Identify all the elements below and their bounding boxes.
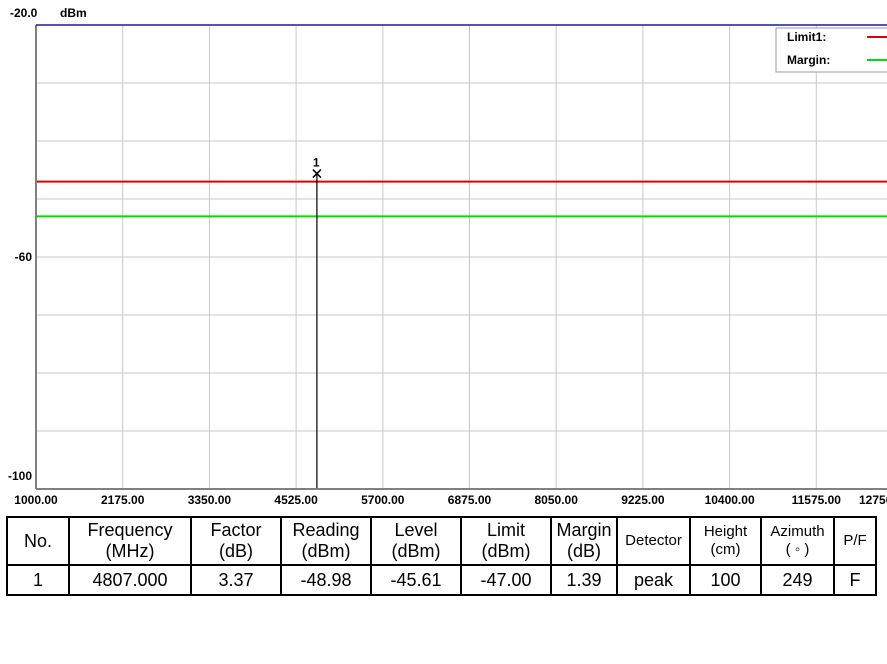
x-tick-label: 12750 [859,493,887,507]
col-no: No. [6,516,70,566]
x-tick-label: 8050.00 [535,493,579,507]
y-tick-label: -100 [8,469,32,483]
y-axis-unit-label: dBm [60,6,87,20]
col-reading: Reading (dBm) [280,516,372,566]
cell-detector: peak [616,564,691,596]
cell-pf: F [833,564,877,596]
table-row: 1 4807.000 3.37 -48.98 -45.61 -47.00 1.3… [6,564,877,596]
cell-reading: -48.98 [280,564,372,596]
y-tick-labels: -20.0 -60 -100 [8,6,38,483]
x-tick-label: 6875.00 [448,493,492,507]
x-tick-label: 11575.00 [792,493,842,507]
col-level: Level (dBm) [370,516,462,566]
col-azimuth: Azimuth( ◦ ) [760,516,835,566]
x-tick-label: 4525.00 [274,493,318,507]
cell-factor: 3.37 [190,564,282,596]
x-tick-label: 3350.00 [188,493,232,507]
legend-label: Margin: [787,53,830,67]
x-tick-label: 1000.00 [14,493,58,507]
cell-azimuth: 249 [760,564,835,596]
spectrum-chart: 1 1000.00 2175.00 3350.00 4525.00 5700.00 687… [8,6,887,507]
y-tick-label: -60 [15,250,33,264]
results-table: No. Frequency (MHz) Factor (dB) Reading (dB… [6,516,877,596]
cell-margin: 1.39 [550,564,618,596]
legend: Limit1: Margin: [775,27,887,73]
series-layer [35,180,887,269]
x-tick-label: 5700.00 [361,493,405,507]
cell-frequency: 4807.000 [68,564,192,596]
y-tick-label: -20.0 [10,6,38,20]
legend-label: Limit1: [787,30,826,44]
col-height: Height (cm) [689,516,762,566]
cell-level: -45.61 [370,564,462,596]
x-tick-labels: 1000.00 2175.00 3350.00 4525.00 5700.00 6875.… [14,493,887,507]
cell-no: 1 [6,564,70,596]
cell-height: 100 [689,564,762,596]
col-factor: Factor (dB) [190,516,282,566]
x-tick-label: 10400.00 [705,493,755,507]
x-tick-label: 2175.00 [101,493,145,507]
x-tick-label: 9225.00 [621,493,665,507]
col-pf: P/F [833,516,877,566]
grid-lines [36,25,887,489]
cell-limit: -47.00 [460,564,552,596]
marker-layer: 1 [312,156,322,489]
col-margin: Margin (dB) [550,516,618,566]
col-limit: Limit (dBm) [460,516,552,566]
table-header-row: No. Frequency (MHz) Factor (dB) Reading (dB… [6,516,877,566]
col-frequency: Frequency (MHz) [68,516,192,566]
marker-label: 1 [313,156,320,170]
col-detector: Detector [616,516,691,566]
